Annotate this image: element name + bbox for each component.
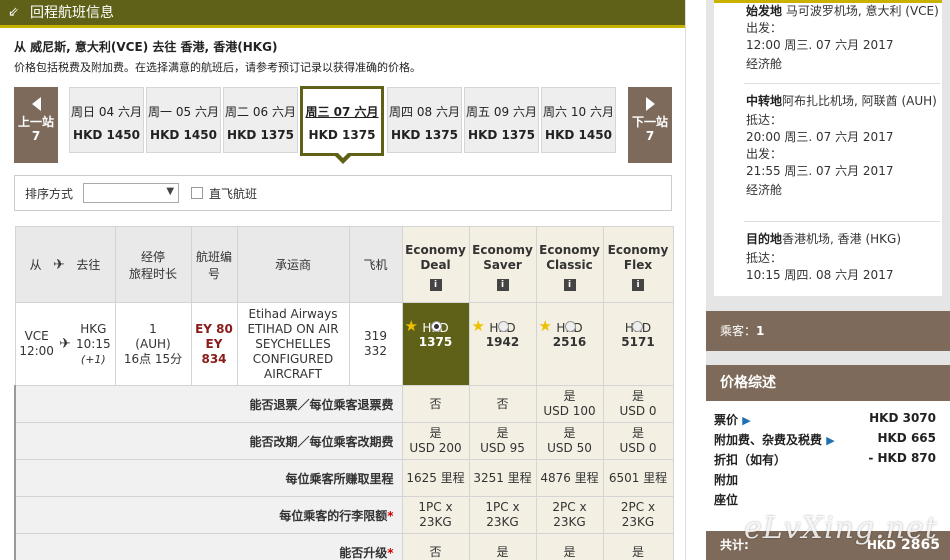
chevron-left-icon	[31, 97, 41, 111]
return-flight-panel: ⇙ 回程航班信息 从 威尼斯, 意大利(VCE) 去往 香港, 香港(HKG) …	[0, 0, 686, 560]
next-week-button[interactable]: 下一站 7	[628, 87, 672, 163]
required-mark: *	[387, 508, 394, 523]
date-tab[interactable]: 周六 10 六月 HKD 1450	[541, 87, 616, 153]
price-line-discount: 折扣（如有） - HKD 870	[714, 451, 936, 467]
price-line-surcharges[interactable]: 附加费、杂费及税费 ▶ HKD 665	[714, 431, 942, 451]
table-header-row: 从 ✈ 去往 经停 旅程时长 航班编号 承运商 飞机 Economy Deal …	[14, 226, 674, 303]
fare-detail-row: 能否升级* 否 是 是 是	[14, 533, 674, 560]
flight-number-cell: EY 80 EY 834	[190, 302, 238, 386]
sort-label: 排序方式	[25, 186, 74, 201]
fare-radio-selected[interactable]	[430, 321, 442, 332]
carrier-header: 承运商	[236, 226, 350, 303]
date-tab[interactable]: 周五 09 六月 HKD 1375	[464, 87, 539, 153]
selected-date-pointer	[334, 152, 352, 164]
booking-summary-sidebar: 始发地 马可波罗机场, 意大利 (VCE) 出发： 12:00 周三. 07 六…	[706, 0, 950, 560]
fare-radio[interactable]	[564, 321, 576, 332]
passenger-count-bar: 乘客：1	[706, 311, 950, 351]
itinerary-card: 始发地 马可波罗机场, 意大利 (VCE) 出发： 12:00 周三. 07 六…	[714, 0, 942, 296]
fare-option-economy-flex[interactable]: HKD 5171	[602, 302, 674, 386]
origin-segment: 始发地 马可波罗机场, 意大利 (VCE) 出发： 12:00 周三. 07 六…	[746, 4, 939, 71]
flight-table: 从 ✈ 去往 经停 旅程时长 航班编号 承运商 飞机 Economy Deal …	[14, 226, 674, 560]
section-title: 回程航班信息	[30, 4, 114, 21]
divider	[744, 221, 940, 222]
fare-detail-row: 每位乘客的行李限额* 1PC x 23KG 1PC x 23KG 2PC x 23KG…	[14, 496, 674, 534]
refund-label: 能否退票／每位乘客退票费	[14, 385, 403, 423]
info-icon[interactable]: i	[429, 278, 442, 291]
fare-header-economy-deal: Economy Deal i	[401, 226, 470, 303]
chevron-right-icon	[645, 97, 655, 111]
aircraft-cell: 319 332	[348, 302, 403, 386]
price-line-extras: 附加	[714, 473, 739, 487]
stops-cell: 1 (AUH) 16点 15分	[114, 302, 192, 386]
nonstop-label: 直飞航班	[209, 186, 258, 201]
flight-number-header: 航班编号	[190, 226, 238, 303]
info-icon[interactable]: i	[632, 278, 644, 291]
fare-header-economy-saver: Economy Saver i	[468, 226, 537, 303]
carrier-cell: Etihad Airways ETIHAD ON AIR SEYCHELLES …	[236, 302, 350, 386]
divider	[744, 83, 940, 84]
fare-radio[interactable]	[497, 321, 509, 332]
baggage-label: 每位乘客的行李限额*	[14, 496, 403, 534]
fare-option-economy-saver[interactable]: ★ HKD 1942	[468, 302, 537, 386]
route-heading: 从 威尼斯, 意大利(VCE) 去往 香港, 香港(HKG)	[14, 40, 278, 54]
date-strip: 上一站 7 周日 04 六月 HKD 1450 周一 05 六月 HKD 145…	[14, 86, 672, 166]
date-tab[interactable]: 周日 04 六月 HKD 1450	[69, 87, 144, 153]
price-line-fare[interactable]: 票价 ▶ HKD 3070	[714, 411, 942, 431]
aircraft-header: 飞机	[348, 226, 403, 303]
previous-week-button[interactable]: 上一站 7	[14, 87, 58, 163]
star-icon: ★	[538, 317, 552, 335]
price-note: 价格包括税费及附加费。在选择满意的航班后，请参考预订记录以获得准确的价格。	[14, 61, 421, 74]
chevron-down-icon: ▼	[166, 186, 175, 197]
date-tab-selected[interactable]: 周三 07 六月 HKD 1375	[300, 86, 384, 156]
fare-header-economy-flex: Economy Flex i	[602, 226, 674, 303]
date-tab[interactable]: 周一 05 六月 HKD 1450	[146, 87, 221, 153]
fare-option-economy-deal[interactable]: ★ HKD 1375	[401, 302, 470, 386]
collapse-arrow-icon[interactable]: ⇙	[8, 0, 24, 27]
upgrade-label: 能否升级*	[14, 533, 403, 560]
required-mark: *	[387, 545, 394, 560]
date-tab[interactable]: 周二 06 六月 HKD 1375	[223, 87, 298, 153]
price-line-seats: 座位	[714, 493, 739, 507]
airplane-icon: ✈	[59, 336, 71, 352]
change-label: 能否改期／每位乘客改期费	[14, 422, 403, 460]
transit-segment: 中转地阿布扎比机场, 阿联酋 (AUH) 抵达： 20:00 周三. 07 六月…	[746, 94, 937, 197]
sort-select[interactable]: ▼	[83, 183, 180, 203]
star-icon: ★	[404, 317, 418, 335]
info-icon[interactable]: i	[563, 278, 576, 291]
expand-arrow-icon[interactable]: ▶	[742, 414, 750, 427]
price-summary-title: 价格综述	[706, 365, 950, 401]
watermark: eLvXing.net	[744, 511, 938, 546]
fare-option-economy-classic[interactable]: ★ HKD 2516	[535, 302, 604, 386]
flight-route-cell: VCE 12:00 ✈ HKG 10:15 (+1)	[14, 302, 116, 386]
fare-radio[interactable]	[631, 321, 643, 332]
date-tab[interactable]: 周四 08 六月 HKD 1375	[387, 87, 462, 153]
destination-segment: 目的地香港机场, 香港 (HKG) 抵达： 10:15 周四. 08 六月 20…	[746, 232, 902, 282]
flight-row: VCE 12:00 ✈ HKG 10:15 (+1) 1 (AUH) 16点 1…	[14, 302, 674, 386]
expand-arrow-icon[interactable]: ▶	[826, 434, 834, 447]
sort-bar: 排序方式 ▼ 直飞航班	[14, 175, 672, 211]
stops-header: 经停 旅程时长	[114, 226, 192, 303]
airplane-icon: ✈	[53, 257, 65, 273]
miles-label: 每位乘客所赚取里程	[14, 459, 403, 497]
nonstop-checkbox[interactable]	[191, 187, 204, 199]
fare-header-economy-classic: Economy Classic i	[535, 226, 604, 303]
fare-detail-row: 能否退票／每位乘客退票费 否 否 是 USD 100 是 USD 0	[14, 385, 674, 423]
return-flight-title-bar[interactable]: ⇙ 回程航班信息	[0, 0, 685, 28]
from-to-header: 从 ✈ 去往	[14, 226, 116, 303]
fare-detail-row: 每位乘客所赚取里程 1625 里程 3251 里程 4876 里程 6501 里…	[14, 459, 674, 497]
fare-detail-row: 能否改期／每位乘客改期费 是 USD 200 是 USD 95 是 USD 50 是U…	[14, 422, 674, 460]
star-icon: ★	[471, 317, 485, 335]
info-icon[interactable]: i	[496, 278, 509, 291]
